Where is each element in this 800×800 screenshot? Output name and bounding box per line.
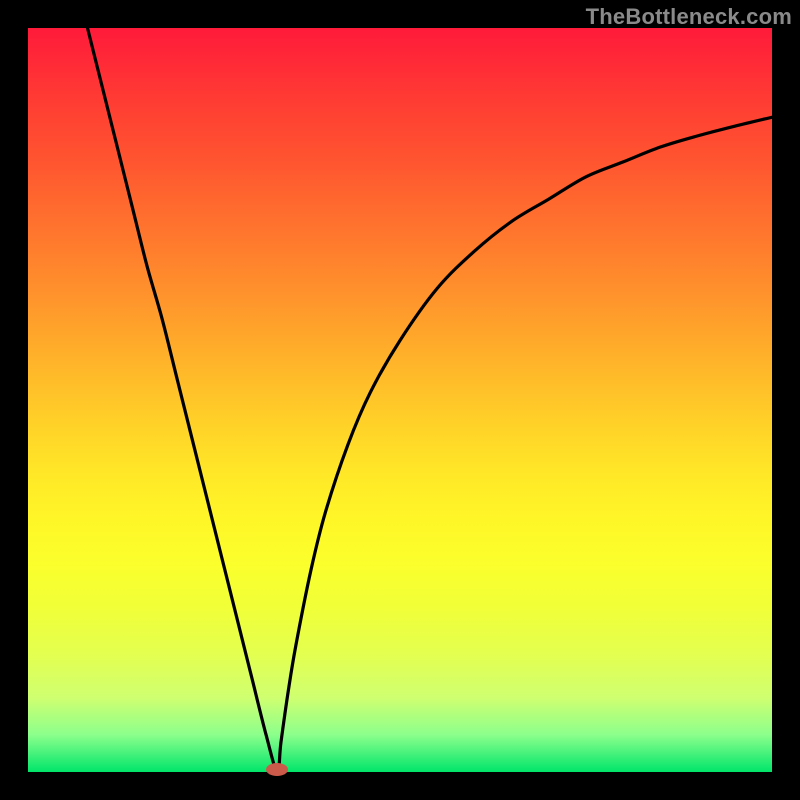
watermark-text: TheBottleneck.com bbox=[586, 4, 792, 30]
bottleneck-curve bbox=[88, 28, 772, 772]
optimal-point-marker bbox=[266, 763, 288, 776]
plot-area bbox=[28, 28, 772, 772]
chart-frame: TheBottleneck.com bbox=[0, 0, 800, 800]
curve-svg bbox=[28, 28, 772, 772]
